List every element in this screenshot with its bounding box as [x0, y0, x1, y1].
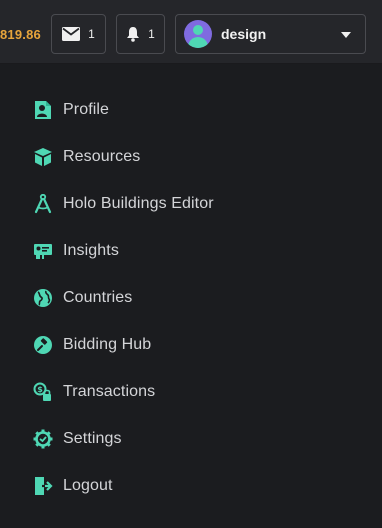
insights-presentation-icon — [32, 240, 54, 262]
balance-amount: 819.86 — [0, 27, 41, 42]
menu-item-logout[interactable]: Logout — [0, 462, 382, 509]
menu-item-transactions[interactable]: $ Transactions — [0, 368, 382, 415]
menu-item-holo-buildings-editor[interactable]: Holo Buildings Editor — [0, 180, 382, 227]
menu-item-label: Profile — [63, 100, 110, 118]
avatar — [184, 20, 212, 48]
bell-icon — [126, 26, 140, 42]
menu-item-countries[interactable]: Countries — [0, 274, 382, 321]
menu-item-profile[interactable]: Profile — [0, 86, 382, 133]
gear-icon — [32, 428, 54, 450]
compass-drafting-icon — [32, 193, 54, 215]
notifications-button[interactable]: 1 — [116, 14, 165, 54]
transactions-lock-icon: $ — [32, 381, 54, 403]
menu-item-label: Countries — [63, 288, 133, 306]
navigation-menu: Profile Resources Holo Buildings Editor — [0, 86, 382, 509]
resources-box-icon — [32, 146, 54, 168]
profile-icon — [32, 99, 54, 121]
menu-item-label: Insights — [63, 241, 119, 259]
menu-item-label: Transactions — [63, 382, 156, 400]
mail-button[interactable]: 1 — [51, 14, 106, 54]
menu-item-label: Settings — [63, 429, 122, 447]
globe-icon — [32, 287, 54, 309]
menu-item-settings[interactable]: Settings — [0, 415, 382, 462]
menu-item-label: Resources — [63, 147, 141, 165]
top-bar: 819.86 1 1 design — [0, 0, 382, 64]
menu-item-label: Bidding Hub — [63, 335, 152, 353]
menu-item-bidding-hub[interactable]: Bidding Hub — [0, 321, 382, 368]
menu-item-resources[interactable]: Resources — [0, 133, 382, 180]
caret-down-icon — [341, 32, 351, 38]
svg-text:$: $ — [37, 385, 43, 394]
logout-icon — [32, 475, 54, 497]
mail-icon — [62, 27, 81, 41]
user-name: design — [221, 26, 267, 42]
user-menu-button[interactable]: design — [175, 14, 366, 54]
menu-item-label: Logout — [63, 476, 113, 494]
notification-count: 1 — [148, 27, 155, 41]
menu-item-label: Holo Buildings Editor — [63, 194, 214, 212]
menu-item-insights[interactable]: Insights — [0, 227, 382, 274]
mail-count: 1 — [88, 27, 95, 41]
gavel-icon — [32, 334, 54, 356]
